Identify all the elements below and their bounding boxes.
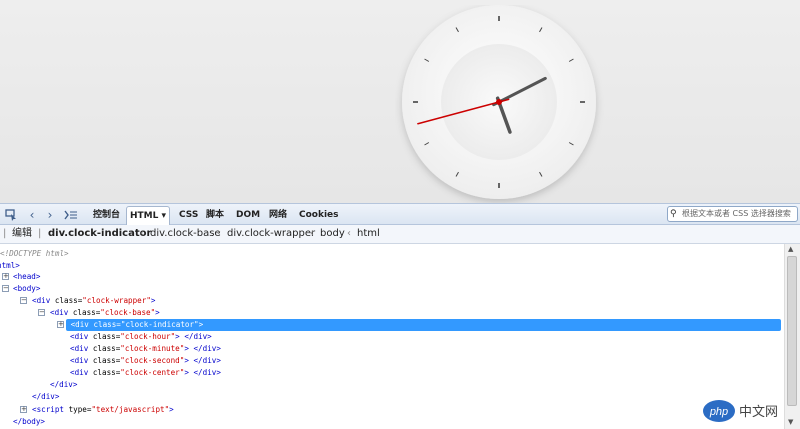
- chevron-left-icon: ‹: [347, 228, 351, 239]
- clock-base-class: clock-base: [104, 308, 151, 317]
- clock-wrapper-class: clock-wrapper: [86, 296, 147, 305]
- tab-dom[interactable]: DOM: [233, 206, 263, 225]
- close-div-tag: </div>: [193, 368, 221, 377]
- back-icon[interactable]: ‹: [26, 204, 38, 225]
- inspect-icon[interactable]: [4, 204, 18, 225]
- edit-button[interactable]: 编辑: [12, 225, 32, 243]
- collapse-toggle[interactable]: −: [20, 297, 27, 304]
- close-div-tag: </div>: [32, 392, 60, 401]
- html-tree: <!DOCTYPE html> html> + <head> − <body> …: [0, 244, 783, 429]
- html-open-tag: html>: [0, 261, 20, 270]
- breadcrumb-item-clock-wrapper[interactable]: div.clock-wrapper: [227, 225, 315, 243]
- doctype-text: DOCTYPE html>: [9, 249, 69, 258]
- clock-center: [496, 99, 502, 105]
- collapse-toggle[interactable]: −: [38, 309, 45, 316]
- tree-row-body[interactable]: <body>: [13, 283, 40, 295]
- tab-html[interactable]: HTML ▾: [126, 206, 171, 225]
- tree-row-doctype: <!DOCTYPE html>: [0, 249, 69, 258]
- breadcrumb: | 编辑 | div.clock-indicator ‹ div.clock-b…: [0, 225, 800, 244]
- chevron-down-icon: ▾: [161, 211, 167, 221]
- divider: |: [3, 228, 7, 239]
- expand-toggle[interactable]: +: [57, 321, 64, 328]
- php-cn-watermark: php 中文网: [703, 400, 778, 422]
- command-line-icon[interactable]: [63, 204, 79, 225]
- script-type: text/javascript: [96, 405, 165, 414]
- php-logo-text: php: [709, 406, 728, 418]
- tab-console[interactable]: 控制台: [90, 206, 123, 225]
- tree-row-script[interactable]: <script type="text/javascript">: [32, 404, 174, 416]
- search-placeholder: 根据文本或者 CSS 选择器搜索: [682, 209, 791, 218]
- close-div-tag: </div>: [184, 332, 212, 341]
- devtools-toolbar: ‹ › 控制台 HTML ▾ CSS 脚本 DOM 网络 Cookies ⚲ 根…: [0, 203, 800, 225]
- tree-row-close-base: </div>: [50, 379, 77, 391]
- tab-cookies[interactable]: Cookies: [296, 206, 342, 225]
- search-icon: ⚲: [670, 209, 677, 219]
- clock-minute-class: clock-minute: [124, 344, 180, 353]
- search-input[interactable]: ⚲ 根据文本或者 CSS 选择器搜索: [667, 206, 798, 222]
- breadcrumb-item-body[interactable]: body: [320, 225, 345, 243]
- tab-net[interactable]: 网络: [266, 206, 290, 225]
- breadcrumb-item-clock-indicator[interactable]: div.clock-indicator: [48, 225, 151, 243]
- clock-hour-class: clock-hour: [124, 332, 171, 341]
- divider: |: [38, 228, 42, 239]
- chevron-left-icon: ‹: [217, 228, 221, 239]
- tree-row-clock-center[interactable]: <div class="clock-center"> </div>: [70, 367, 221, 379]
- close-div-tag: </div>: [50, 380, 78, 389]
- clock: [402, 5, 596, 199]
- tab-html-label: HTML: [130, 211, 159, 221]
- tree-row-body-close: </body>: [13, 416, 45, 428]
- tree-row-clock-second[interactable]: <div class="clock-second"> </div>: [70, 355, 221, 367]
- forward-icon[interactable]: ›: [44, 204, 56, 225]
- tree-row-clock-wrapper[interactable]: <div class="clock-wrapper">: [32, 295, 155, 307]
- tab-script[interactable]: 脚本: [203, 206, 227, 225]
- body-close-tag: </body>: [13, 417, 46, 426]
- clock-second-class: clock-second: [124, 356, 180, 365]
- scroll-up-icon[interactable]: ▲: [788, 245, 793, 253]
- tab-css[interactable]: CSS: [176, 206, 201, 225]
- clock-indicator-class: clock-indicator: [125, 320, 195, 329]
- clock-center-class: clock-center: [124, 368, 180, 377]
- watermark-text: 中文网: [739, 405, 778, 420]
- scrollbar-thumb[interactable]: [787, 256, 797, 406]
- chevron-left-icon: ‹: [310, 228, 314, 239]
- expand-toggle[interactable]: +: [2, 273, 9, 280]
- close-div-tag: </div>: [193, 356, 221, 365]
- breadcrumb-item-html[interactable]: html: [357, 225, 380, 243]
- body-open-tag: <body>: [13, 284, 41, 293]
- tree-row-head[interactable]: <head>: [13, 271, 40, 283]
- chevron-left-icon: ‹: [140, 228, 144, 239]
- collapse-toggle[interactable]: −: [2, 285, 9, 292]
- expand-toggle[interactable]: +: [20, 406, 27, 413]
- tree-row-clock-indicator[interactable]: <div class="clock-indicator">: [66, 319, 781, 331]
- close-div-tag: </div>: [193, 344, 221, 353]
- page-preview: [0, 0, 800, 203]
- tree-row-clock-hour[interactable]: <div class="clock-hour"> </div>: [70, 331, 212, 343]
- tree-row-close-wrapper: </div>: [32, 391, 59, 403]
- head-tag: <head>: [13, 272, 41, 281]
- breadcrumb-item-clock-base[interactable]: div.clock-base: [150, 225, 221, 243]
- tree-row-clock-minute[interactable]: <div class="clock-minute"> </div>: [70, 343, 221, 355]
- tree-row-clock-base[interactable]: <div class="clock-base">: [50, 307, 160, 319]
